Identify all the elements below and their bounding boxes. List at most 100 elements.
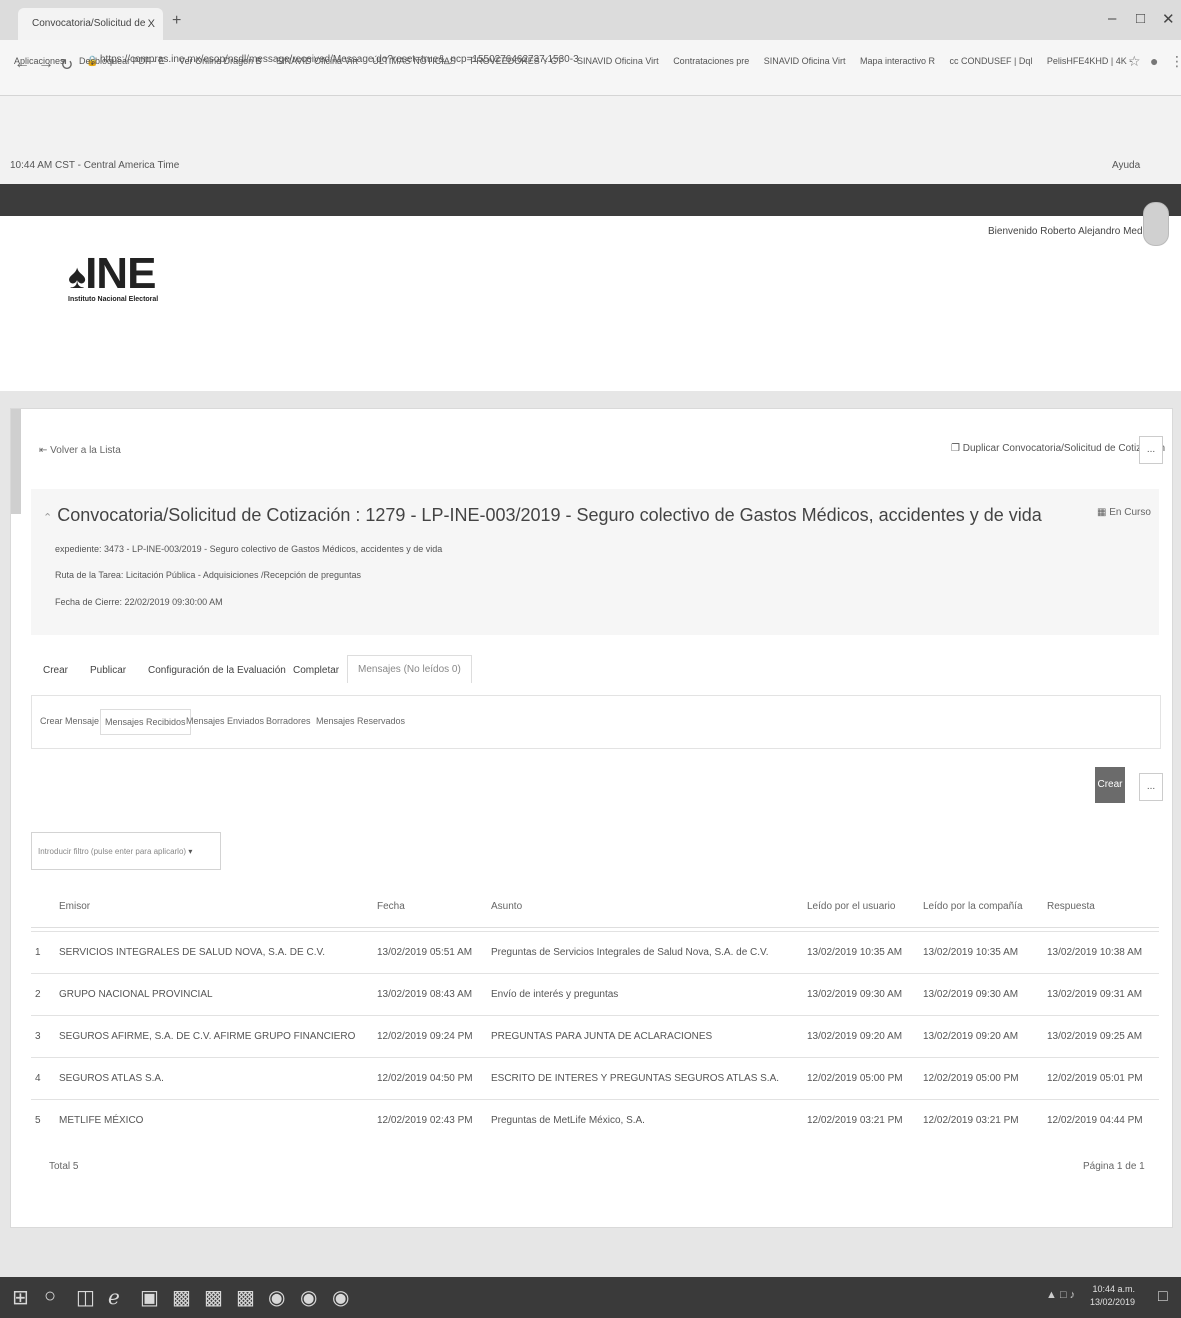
subject-link[interactable]: Preguntas de MetLife México, S.A.: [491, 1115, 645, 1126]
bookmark-item[interactable]: PelisHFE4KHD | 4K -: [1047, 56, 1132, 66]
help-menu[interactable]: Ayuda: [1112, 160, 1140, 171]
table-row[interactable]: 3 SEGUROS AFIRME, S.A. DE C.V. AFIRME GR…: [31, 1015, 1159, 1058]
app-header: Bienvenido Roberto Alejandro Medina ♠INE…: [0, 202, 1181, 391]
column-header[interactable]: Leído por la compañía: [923, 901, 1023, 912]
date-cell: 12/02/2019 04:50 PM: [377, 1073, 473, 1084]
logo-text: INE: [85, 249, 156, 298]
collapse-icon[interactable]: ⌃: [43, 512, 52, 524]
bookmark-item[interactable]: Ver Online Dragon B: [179, 56, 262, 66]
table-row[interactable]: 5 METLIFE MÉXICO 12/02/2019 02:43 PM Pre…: [31, 1099, 1159, 1142]
summary-box: ⌃ Convocatoria/Solicitud de Cotización :…: [31, 489, 1159, 635]
table-row[interactable]: 1 SERVICIOS INTEGRALES DE SALUD NOVA, S.…: [31, 931, 1159, 974]
filter-select[interactable]: Introducir filtro (pulse enter para apli…: [31, 832, 221, 870]
app-icon[interactable]: ▩: [172, 1285, 191, 1310]
response-cell: 13/02/2019 09:25 AM: [1047, 1031, 1143, 1042]
chrome-icon[interactable]: ◉: [332, 1285, 349, 1310]
column-header[interactable]: Leído por el usuario: [807, 901, 895, 912]
subject-link[interactable]: Preguntas de Servicios Integrales de Sal…: [491, 947, 769, 958]
back-icon: ⇤: [39, 445, 48, 456]
subtab-borradores[interactable]: Borradores: [266, 716, 311, 726]
row-number: 1: [35, 947, 41, 958]
response-cell: 12/02/2019 05:01 PM: [1047, 1073, 1143, 1084]
subject-link[interactable]: PREGUNTAS PARA JUNTA DE ACLARACIONES: [491, 1031, 712, 1042]
file-explorer-icon[interactable]: ▣: [140, 1285, 159, 1310]
table-row[interactable]: 2 GRUPO NACIONAL PROVINCIAL 13/02/2019 0…: [31, 973, 1159, 1016]
tab-mensajes[interactable]: Mensajes (No leídos 0): [347, 655, 472, 683]
app-icon[interactable]: ▩: [236, 1285, 255, 1310]
subtab-mensajes-recibidos[interactable]: Mensajes Recibidos: [100, 709, 191, 735]
more-actions-button[interactable]: ...: [1139, 436, 1163, 464]
timezone-label: 10:44 AM CST - Central America Time: [10, 160, 180, 171]
scrollbar-handle[interactable]: [11, 409, 21, 514]
bookmark-item[interactable]: Mapa interactivo R: [860, 56, 935, 66]
subtab-crear-mensaje[interactable]: Crear Mensaje: [40, 716, 99, 726]
bookmark-item[interactable]: SINAVID Oficina Virt: [276, 56, 358, 66]
response-cell: 12/02/2019 04:44 PM: [1047, 1115, 1143, 1126]
tab-publicar[interactable]: Publicar: [90, 665, 126, 676]
bookmark-item[interactable]: SINAVID Oficina Virt: [577, 56, 659, 66]
bookmark-item[interactable]: cc CONDUSEF | Dql: [950, 56, 1033, 66]
app-icon[interactable]: ▩: [204, 1285, 223, 1310]
row-number: 2: [35, 989, 41, 1000]
read-user-cell: 12/02/2019 03:21 PM: [807, 1115, 903, 1126]
tab-crear[interactable]: Crear: [43, 665, 68, 676]
sender-cell: METLIFE MÉXICO: [59, 1115, 144, 1126]
read-user-cell: 13/02/2019 10:35 AM: [807, 947, 903, 958]
search-icon[interactable]: ○: [44, 1285, 56, 1308]
profile-icon[interactable]: ●: [1150, 53, 1158, 69]
read-user-cell: 12/02/2019 05:00 PM: [807, 1073, 903, 1084]
back-to-list-link[interactable]: ⇤ Volver a la Lista: [39, 445, 121, 456]
new-tab-button[interactable]: +: [172, 12, 181, 30]
response-cell: 13/02/2019 10:38 AM: [1047, 947, 1143, 958]
subject-link[interactable]: ESCRITO DE INTERES Y PREGUNTAS SEGUROS A…: [491, 1073, 779, 1084]
close-window-icon[interactable]: ✕: [1162, 10, 1175, 28]
duplicate-link[interactable]: ❐ Duplicar Convocatoria/Solicitud de Cot…: [951, 443, 1165, 454]
tab-configuracion[interactable]: Configuración de la Evaluación: [148, 665, 286, 676]
row-number: 4: [35, 1073, 41, 1084]
read-company-cell: 13/02/2019 10:35 AM: [923, 947, 1019, 958]
subject-link[interactable]: Envío de interés y preguntas: [491, 989, 618, 1000]
task-view-icon[interactable]: ◫: [76, 1285, 95, 1310]
column-header[interactable]: Respuesta: [1047, 901, 1095, 912]
expediente-label: expediente: 3473 - LP-INE-003/2019 - Seg…: [55, 544, 443, 554]
read-user-cell: 13/02/2019 09:30 AM: [807, 989, 903, 1000]
edge-browser-icon[interactable]: ℯ: [108, 1285, 120, 1310]
status-icon: ▦: [1097, 507, 1107, 518]
bookmark-item[interactable]: PROVEEDORES Y CT: [470, 56, 562, 66]
avatar[interactable]: [1143, 202, 1169, 246]
pagination: Página 1 de 1: [1083, 1161, 1145, 1172]
notification-icon[interactable]: □: [1158, 1288, 1168, 1306]
bookmark-item[interactable]: Contrataciones pre: [673, 56, 749, 66]
dark-header-band: [0, 184, 1181, 216]
close-tab-icon[interactable]: X: [148, 8, 155, 40]
system-tray-icons[interactable]: ▲ □ ♪: [1046, 1289, 1075, 1301]
app-icon[interactable]: ◉: [300, 1285, 317, 1310]
windows-taskbar: ⊞ ○ ◫ ℯ ▣ ▩ ▩ ▩ ◉ ◉ ◉ ▲ □ ♪ 10:44 a.m. 1…: [0, 1277, 1181, 1318]
bookmark-item[interactable]: Desbloquear PDF - E: [79, 56, 165, 66]
create-message-button[interactable]: Crear: [1095, 767, 1125, 803]
column-header[interactable]: Asunto: [491, 901, 522, 912]
message-subtabs: Crear Mensaje Mensajes Recibidos Mensaje…: [31, 695, 1161, 749]
list-more-button[interactable]: ...: [1139, 773, 1163, 801]
bookmark-item[interactable]: ÚLTIMAS NOTICIAS: [372, 56, 455, 66]
menu-dots-icon[interactable]: ⋮: [1170, 53, 1181, 70]
column-header[interactable]: Emisor: [59, 901, 90, 912]
browser-tab[interactable]: Convocatoria/Solicitud de Cotiz X: [18, 8, 163, 61]
maximize-icon[interactable]: □: [1136, 10, 1145, 27]
bookmark-item[interactable]: SINAVID Oficina Virt: [764, 56, 846, 66]
column-header[interactable]: Fecha: [377, 901, 405, 912]
table-row[interactable]: 4 SEGUROS ATLAS S.A. 12/02/2019 04:50 PM…: [31, 1057, 1159, 1100]
windows-start-icon[interactable]: ⊞: [12, 1285, 29, 1310]
subtab-mensajes-reservados[interactable]: Mensajes Reservados: [316, 716, 405, 726]
tab-completar[interactable]: Completar: [293, 665, 339, 676]
read-company-cell: 12/02/2019 03:21 PM: [923, 1115, 1019, 1126]
bookmark-item[interactable]: Aplicaciones: [14, 56, 65, 66]
taskbar-clock[interactable]: 10:44 a.m. 13/02/2019: [1090, 1283, 1135, 1309]
minimize-icon[interactable]: –: [1108, 10, 1116, 27]
sender-cell: SEGUROS AFIRME, S.A. DE C.V. AFIRME GRUP…: [59, 1031, 356, 1042]
read-company-cell: 12/02/2019 05:00 PM: [923, 1073, 1019, 1084]
messages-table: Emisor Fecha Asunto Leído por el usuario…: [31, 883, 1159, 1141]
subtab-mensajes-enviados[interactable]: Mensajes Enviados: [186, 716, 264, 726]
app-icon[interactable]: ◉: [268, 1285, 285, 1310]
app-top-bar: 10:44 AM CST - Central America Time Ayud…: [0, 96, 1181, 184]
